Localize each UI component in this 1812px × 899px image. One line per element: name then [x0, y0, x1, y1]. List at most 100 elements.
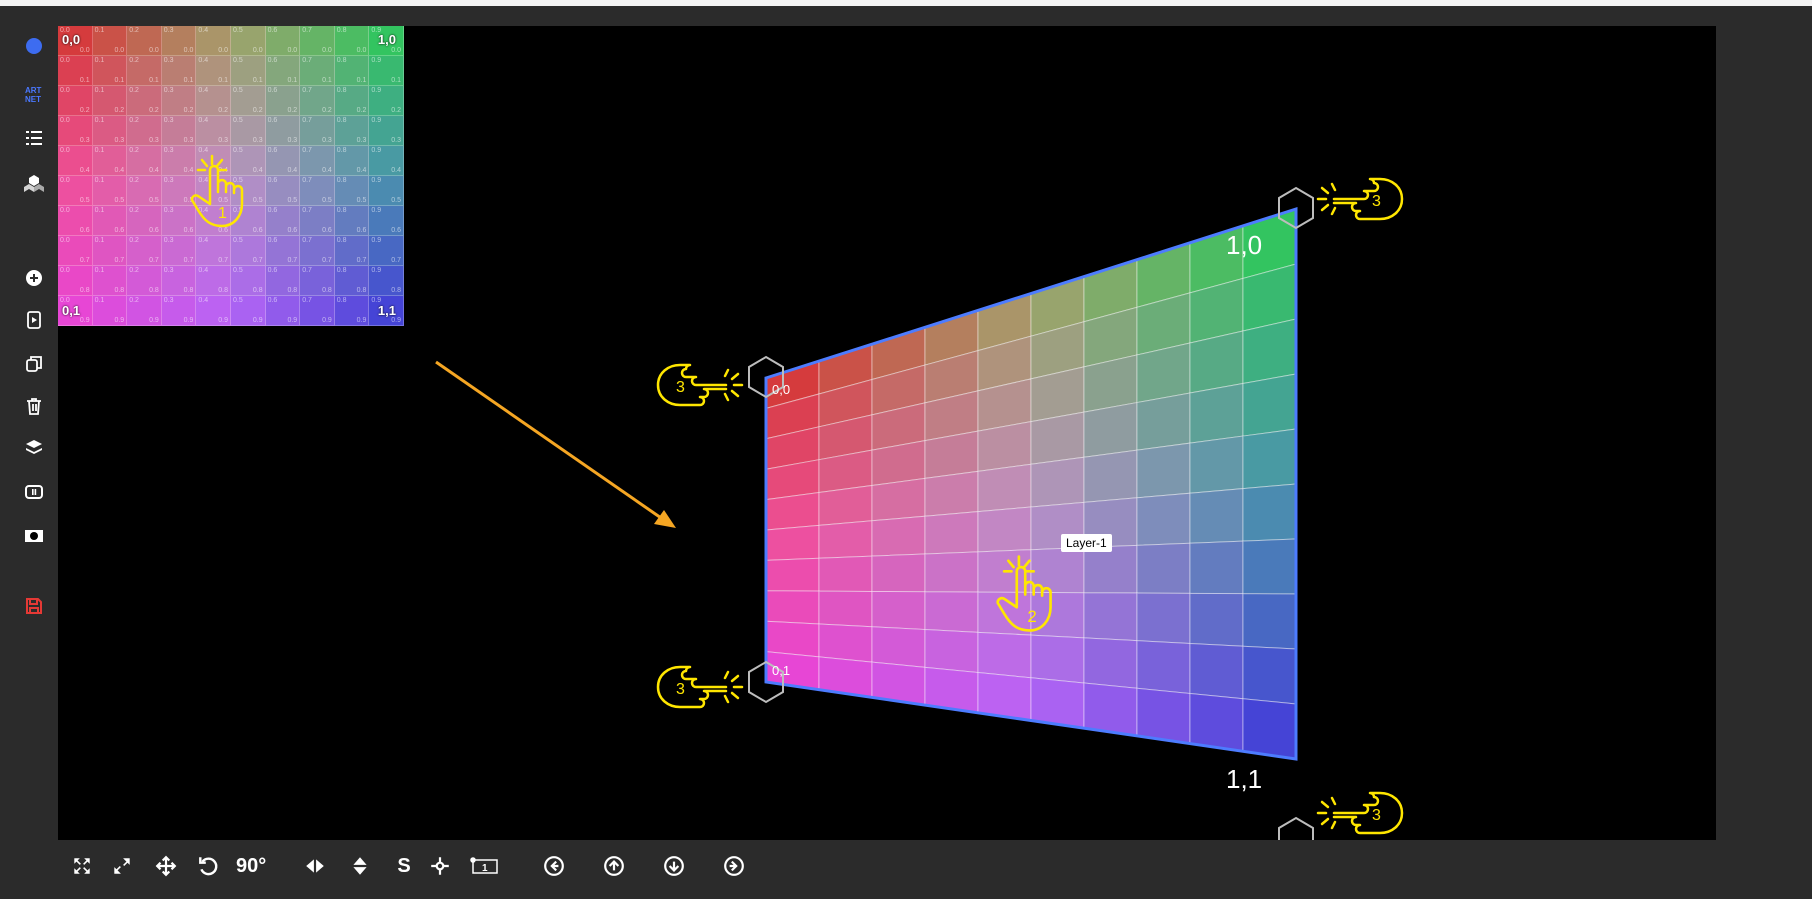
cubes-icon[interactable] — [22, 172, 46, 196]
quad-cell — [1083, 592, 1138, 642]
save-icon[interactable] — [22, 594, 46, 618]
quad-cell — [818, 484, 873, 526]
output-warp-quad[interactable]: 0,0 1,0 0,1 1,1 — [58, 26, 1718, 840]
quad-cell — [924, 511, 979, 555]
arrow-right-circle-icon[interactable] — [722, 852, 746, 880]
list-icon[interactable] — [22, 126, 46, 150]
quad-cell — [1136, 392, 1191, 451]
duplicate-icon[interactable] — [22, 352, 46, 376]
quad-cell — [1242, 483, 1297, 542]
quad-cell — [1189, 642, 1244, 700]
quad-cell — [765, 524, 820, 561]
arrow-down-circle-icon[interactable] — [662, 852, 686, 880]
quad-cell — [1189, 382, 1244, 444]
hand-pointer-icon: 3 — [656, 665, 744, 709]
quad-cell — [924, 551, 979, 593]
output-corner-top-left: 0,0 — [772, 382, 790, 397]
quad-cell — [1136, 542, 1191, 594]
quad-cell — [977, 463, 1032, 513]
right-panel — [1716, 6, 1812, 899]
handle-bottom-right[interactable] — [1278, 816, 1314, 840]
quad-cell — [765, 557, 820, 592]
quad-cell — [1136, 640, 1191, 695]
arrow-up-circle-icon[interactable] — [602, 852, 626, 880]
artnet-icon[interactable]: ART NET — [22, 82, 46, 106]
quad-cell — [1083, 401, 1138, 458]
move-icon[interactable] — [154, 852, 178, 880]
output-corner-bottom-left: 0,1 — [772, 663, 790, 678]
quad-cell — [1242, 698, 1297, 760]
quad-cell — [765, 620, 820, 658]
layer-index-button[interactable]: 1 — [470, 852, 500, 880]
quad-cell — [818, 590, 873, 628]
svg-text:ART: ART — [25, 86, 42, 95]
status-dot-icon[interactable] — [22, 34, 46, 58]
quad-cell — [1083, 449, 1138, 503]
quad-cell — [1189, 435, 1244, 494]
hand-pointer-icon: 3 — [1316, 791, 1404, 835]
quad-cell — [1189, 488, 1244, 544]
expand-diagonal-icon[interactable] — [110, 852, 134, 880]
flip-horizontal-icon[interactable] — [303, 852, 327, 880]
quad-cell — [1242, 373, 1297, 437]
hand-pointer-icon: 2 — [996, 555, 1052, 632]
quad-cell — [765, 590, 820, 625]
quad-cell — [818, 623, 873, 663]
quad-cell — [1083, 544, 1138, 594]
file-play-icon[interactable] — [22, 308, 46, 332]
top-strip — [0, 0, 1812, 6]
layer-label[interactable]: Layer-1 — [1061, 534, 1112, 552]
quad-cell — [1136, 592, 1191, 644]
hand-pointer-icon: 3 — [1316, 177, 1404, 221]
rotate-icon[interactable] — [196, 852, 220, 880]
plus-circle-icon[interactable] — [22, 266, 46, 290]
pause-box-icon[interactable] — [22, 480, 46, 504]
quad-cell — [871, 515, 926, 557]
quad-cell — [1136, 442, 1191, 499]
quad-cell — [1030, 411, 1085, 465]
quad-cell — [871, 477, 926, 522]
quad-cell — [1189, 540, 1244, 595]
hand-number-3: 3 — [1372, 807, 1381, 824]
hand-number-3: 3 — [676, 379, 685, 396]
quad-cell — [1189, 592, 1244, 647]
quad-cell — [1136, 687, 1191, 745]
quad-cell — [1030, 634, 1085, 684]
svg-text:NET: NET — [25, 95, 41, 104]
quad-cell — [1242, 538, 1297, 595]
hand-number-3: 3 — [676, 681, 685, 698]
bottom-toolbar: 90° S 1 — [58, 840, 1718, 899]
output-corner-bottom-right: 1,1 — [1226, 764, 1262, 794]
rotate-90-button[interactable]: 90° — [236, 852, 266, 880]
left-toolbar: ART NET — [10, 6, 56, 899]
quad-cell — [924, 591, 979, 633]
hand-number-2: 2 — [1027, 607, 1036, 626]
flip-vertical-icon[interactable] — [348, 852, 372, 880]
quad-cell — [818, 555, 873, 592]
mapping-canvas[interactable]: 0.0 0.0 0.1 0.0 0.2 0.0 0.3 0.0 0.4 0.0 0.5 0.0 0.6 0… — [58, 26, 1718, 840]
quad-cell — [818, 520, 873, 559]
hand-number-3: 3 — [1372, 193, 1381, 210]
quad-cell — [871, 553, 926, 593]
mask-icon[interactable] — [22, 524, 46, 548]
arrow-left-circle-icon[interactable] — [542, 852, 566, 880]
quad-cell — [1242, 645, 1297, 705]
quad-cell — [1242, 593, 1297, 650]
layers-icon[interactable] — [22, 436, 46, 460]
quad-cell — [1189, 692, 1244, 752]
snap-button[interactable]: S — [392, 852, 416, 880]
quad-cell — [1083, 637, 1138, 689]
svg-text:1: 1 — [482, 863, 488, 874]
quad-cell — [765, 491, 820, 531]
fit-screen-icon[interactable] — [70, 852, 94, 880]
quad-cell — [1136, 492, 1191, 546]
quad-cell — [924, 629, 979, 674]
trash-icon[interactable] — [22, 394, 46, 418]
quad-cell — [871, 590, 926, 631]
output-corner-top-right: 1,0 — [1226, 230, 1262, 260]
quad-cell — [924, 470, 979, 517]
quad-cell — [1242, 318, 1297, 385]
quad-cell — [1242, 428, 1297, 490]
quad-cell — [1030, 456, 1085, 508]
crosshair-icon[interactable] — [428, 852, 452, 880]
